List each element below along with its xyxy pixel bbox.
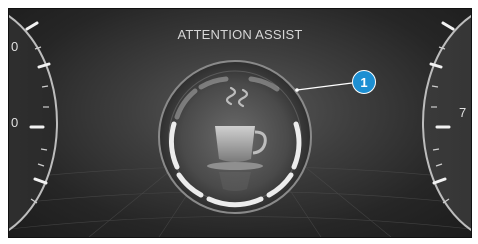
instrument-cluster-display: 0 0 7 ATTENTION ASSIST 1: [8, 8, 472, 238]
callout-marker: 1: [352, 70, 376, 94]
callout-anchor-dot: [295, 88, 299, 92]
display-title: ATTENTION ASSIST: [177, 27, 303, 42]
callout-leader-line: [296, 82, 353, 91]
right-gauge: [422, 14, 471, 232]
left-gauge-label-mid: 0: [11, 115, 18, 130]
right-gauge-label: 7: [459, 105, 466, 120]
cluster-graphics: 0 0 7: [9, 14, 471, 237]
